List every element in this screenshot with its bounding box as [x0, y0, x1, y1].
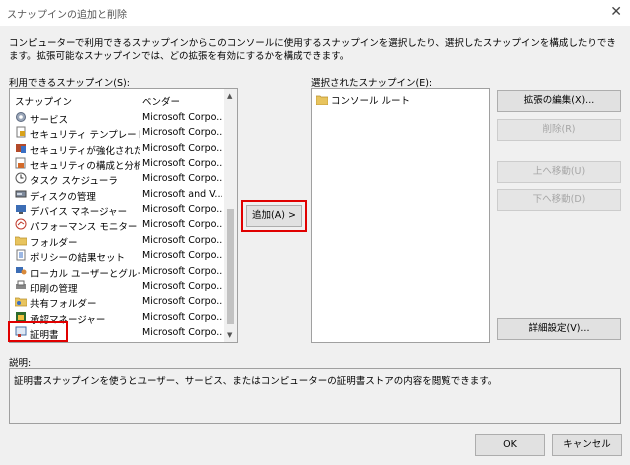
snapin-vendor: Microsoft Corpo...	[142, 234, 222, 246]
policy-icon	[16, 249, 26, 261]
move-up-button[interactable]: 上へ移動(U)	[497, 161, 621, 183]
snapin-vendor: Microsoft Corpo...	[142, 219, 222, 231]
close-icon[interactable]: ✕	[610, 3, 622, 21]
description-text: 証明書スナップインを使うとユーザー、サービス、またはコンピューターの証明書ストア…	[14, 376, 498, 387]
snapin-vendor: Microsoft Corpo...	[142, 250, 222, 262]
snapin-vendor: Microsoft and V...	[142, 188, 222, 200]
scroll-up-icon[interactable]: ▲	[227, 92, 232, 100]
edit-extensions-button[interactable]: 拡張の編集(X)...	[497, 90, 621, 112]
snapin-name: 印刷の管理	[30, 283, 78, 295]
list-item[interactable]: 共有フォルダー Microsoft Corpo...	[10, 294, 225, 311]
firewall-icon	[16, 143, 26, 153]
snapin-vendor: Microsoft Corpo...	[142, 142, 222, 154]
list-scrollbar[interactable]: ▲ ▼	[224, 89, 237, 342]
device-manager-icon	[16, 205, 26, 215]
window-title: スナップインの追加と削除	[7, 10, 127, 21]
list-item[interactable]: ポリシーの結果セット Microsoft Corpo...	[10, 248, 225, 265]
snapin-name: デバイス マネージャー	[30, 207, 128, 219]
snapin-vendor: Microsoft Corpo...	[142, 158, 222, 170]
users-icon	[16, 266, 27, 274]
snapin-name: ディスクの管理	[30, 191, 96, 203]
ok-button[interactable]: OK	[475, 434, 545, 456]
snapin-name: フォルダー	[30, 237, 78, 249]
console-root-label: コンソール ルート	[331, 96, 411, 107]
snapin-vendor: Microsoft Corpo...	[142, 204, 222, 216]
dialog-description: コンピューターで利用できるスナップインからこのコンソールに使用するスナップインを…	[9, 38, 616, 62]
cancel-button[interactable]: キャンセル	[552, 434, 622, 456]
list-item[interactable]: パフォーマンス モニター Microsoft Corpo...	[10, 217, 225, 234]
list-item[interactable]: 印刷の管理 Microsoft Corpo...	[10, 279, 225, 295]
list-item[interactable]: サービス Microsoft Corpo...	[10, 110, 225, 126]
scroll-down-icon[interactable]: ▼	[227, 331, 232, 339]
snapin-name: ポリシーの結果セット	[30, 253, 126, 265]
list-item[interactable]: セキュリティ テンプレート Microsoft Corpo...	[10, 125, 225, 142]
snapin-vendor: Microsoft Corpo...	[142, 296, 222, 308]
list-item[interactable]: デバイス マネージャー Microsoft Corpo...	[10, 202, 225, 219]
add-button-highlight	[241, 200, 307, 232]
column-header-name[interactable]: スナップイン	[15, 94, 72, 108]
selected-label: 選択されたスナップイン(E):	[311, 78, 433, 89]
folder-icon	[15, 236, 27, 246]
list-item[interactable]: セキュリティの構成と分析 Microsoft Corpo...	[10, 156, 225, 173]
column-header-vendor[interactable]: ベンダー	[142, 94, 180, 108]
clock-icon	[15, 172, 27, 184]
description-box: 証明書スナップインを使うとユーザー、サービス、またはコンピューターの証明書ストア…	[9, 368, 621, 424]
snapin-name: パフォーマンス モニター	[30, 222, 138, 234]
services-icon	[16, 112, 26, 122]
scroll-thumb[interactable]	[227, 209, 234, 324]
list-header: スナップイン ベンダー	[10, 89, 225, 108]
snapin-name: サービス	[30, 115, 69, 126]
printer-icon	[16, 280, 26, 289]
snapin-name: セキュリティが強化された W...	[30, 145, 140, 157]
available-label: 利用できるスナップイン(S):	[9, 78, 130, 89]
title-bar: スナップインの追加と削除 ✕	[0, 0, 630, 26]
remove-button[interactable]: 削除(R)	[497, 119, 621, 141]
available-snapins-list[interactable]: スナップイン ベンダー サービス Microsoft Corpo... セキュリティ…	[9, 88, 238, 343]
snapin-name: セキュリティ テンプレート	[30, 130, 140, 142]
snapin-vendor: Microsoft Corpo...	[142, 265, 222, 277]
list-item[interactable]: フォルダー Microsoft Corpo...	[10, 233, 225, 249]
security-analysis-icon	[15, 157, 26, 169]
shared-folder-icon	[15, 297, 27, 307]
snapin-vendor: Microsoft Corpo...	[142, 112, 222, 123]
advanced-button[interactable]: 詳細設定(V)...	[497, 318, 621, 340]
snapin-name: タスク スケジューラ	[30, 176, 118, 188]
selected-snapins-list[interactable]: コンソール ルート	[311, 88, 490, 343]
folder-icon	[316, 95, 328, 105]
security-template-icon	[16, 126, 26, 138]
move-down-button[interactable]: 下へ移動(D)	[497, 189, 621, 211]
list-item[interactable]: セキュリティが強化された W...Microsoft Corpo...	[10, 141, 225, 157]
list-item[interactable]: ディスクの管理 Microsoft and V...	[10, 187, 225, 203]
snapin-vendor: Microsoft Corpo...	[142, 127, 222, 139]
snapin-vendor: Microsoft Corpo...	[142, 311, 222, 323]
performance-icon	[15, 218, 27, 230]
certificate-highlight	[8, 321, 68, 342]
disk-icon	[15, 190, 27, 198]
description-label: 説明:	[9, 358, 32, 369]
snapin-name: セキュリティの構成と分析	[30, 161, 140, 173]
list-item[interactable]: タスク スケジューラ Microsoft Corpo...	[10, 171, 225, 188]
snapin-name: ローカル ユーザーとグループ	[30, 268, 140, 280]
snapin-name: 共有フォルダー	[30, 299, 97, 311]
snapin-vendor: Microsoft Corpo...	[142, 173, 222, 185]
list-item[interactable]: ローカル ユーザーとグループMicrosoft Corpo...	[10, 264, 225, 280]
snapin-vendor: Microsoft Corpo...	[142, 280, 222, 292]
snapin-vendor: Microsoft Corpo...	[142, 326, 222, 338]
